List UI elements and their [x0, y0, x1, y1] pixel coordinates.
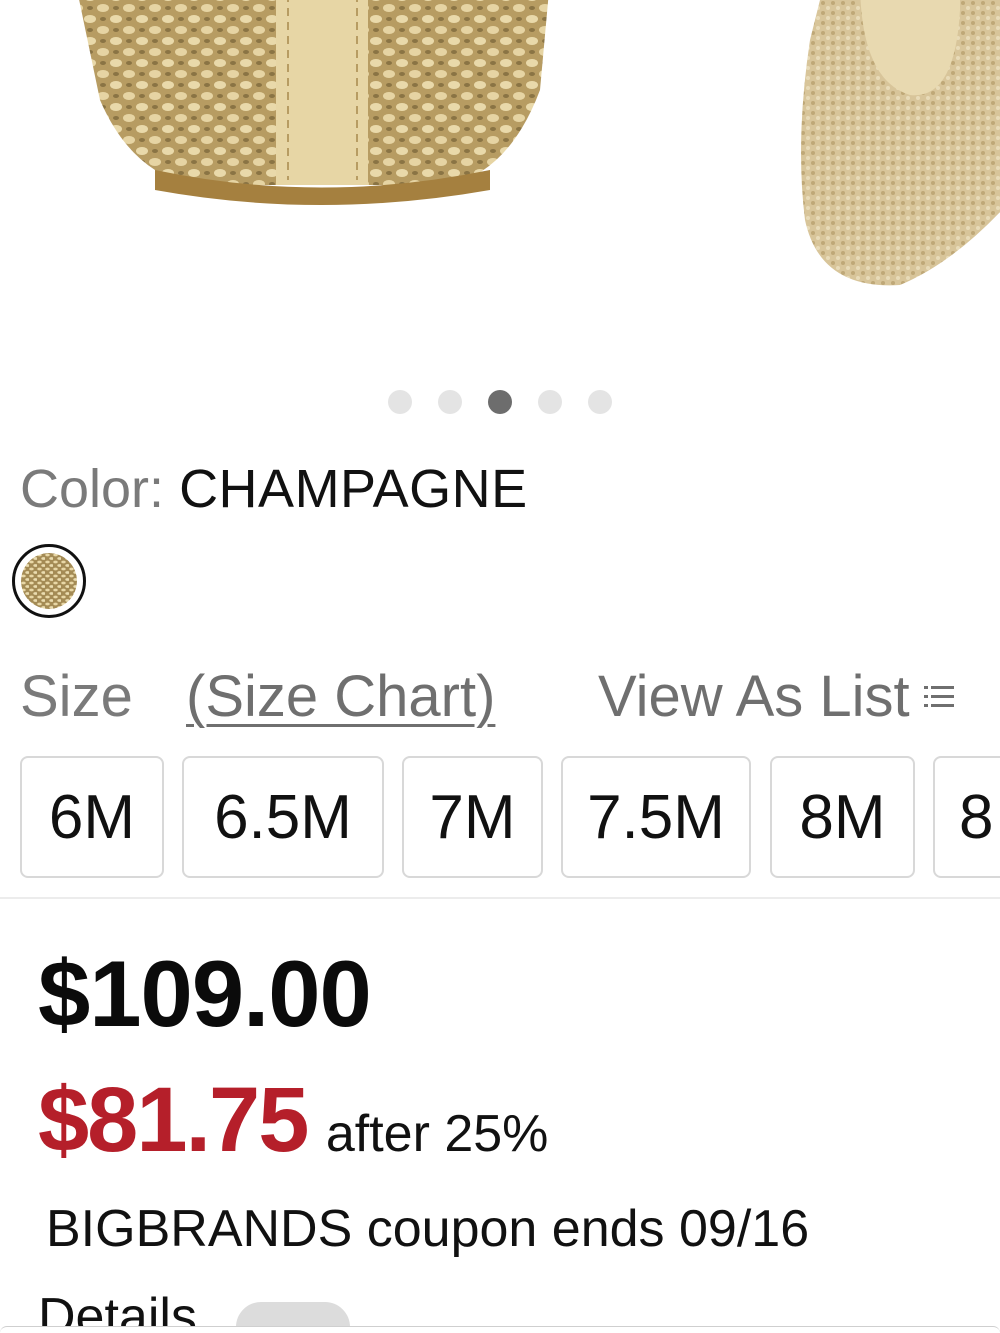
sale-price-row: $81.75 after 25%: [38, 1070, 548, 1170]
bottom-sheet-edge: [0, 1326, 1000, 1333]
carousel-dot[interactable]: [438, 390, 462, 414]
original-price: $109.00: [38, 941, 372, 1046]
carousel-dot-active[interactable]: [488, 390, 512, 414]
size-chart-link[interactable]: (Size Chart): [186, 662, 495, 732]
size-option-6m[interactable]: 6M: [20, 756, 164, 878]
size-header: Size (Size Chart) View As List: [20, 662, 990, 732]
size-option-8-5m[interactable]: 8: [933, 756, 1000, 878]
color-label: Color:: [20, 459, 165, 519]
carousel-dot[interactable]: [588, 390, 612, 414]
color-selector-heading: Color: CHAMPAGNE: [20, 458, 528, 520]
size-options: 6M 6.5M 7M 7.5M 8M 8: [18, 756, 1000, 880]
view-as-list-label: View As List: [598, 664, 910, 729]
size-option-7m[interactable]: 7M: [402, 756, 543, 878]
view-as-list-button[interactable]: View As List: [598, 662, 954, 732]
size-option-7-5m[interactable]: 7.5M: [561, 756, 751, 878]
list-icon: [923, 686, 954, 707]
shoe-side-image: [801, 0, 1000, 286]
sale-price: $81.75: [38, 1069, 309, 1171]
divider: [0, 897, 1000, 899]
carousel-dot[interactable]: [388, 390, 412, 414]
size-label: Size: [20, 664, 133, 729]
shoe-heel-image: [79, 0, 549, 205]
swatch-texture: [21, 553, 77, 609]
size-option-6-5m[interactable]: 6.5M: [182, 756, 384, 878]
color-swatch-champagne[interactable]: [12, 544, 86, 618]
discount-text: after 25%: [325, 1105, 549, 1163]
size-option-8m[interactable]: 8M: [770, 756, 915, 878]
carousel-dots: [388, 390, 612, 414]
coupon-text: BIGBRANDS coupon ends 09/16: [46, 1200, 810, 1258]
product-image-gallery[interactable]: [0, 0, 1000, 370]
carousel-dot[interactable]: [538, 390, 562, 414]
color-value: CHAMPAGNE: [179, 459, 528, 519]
